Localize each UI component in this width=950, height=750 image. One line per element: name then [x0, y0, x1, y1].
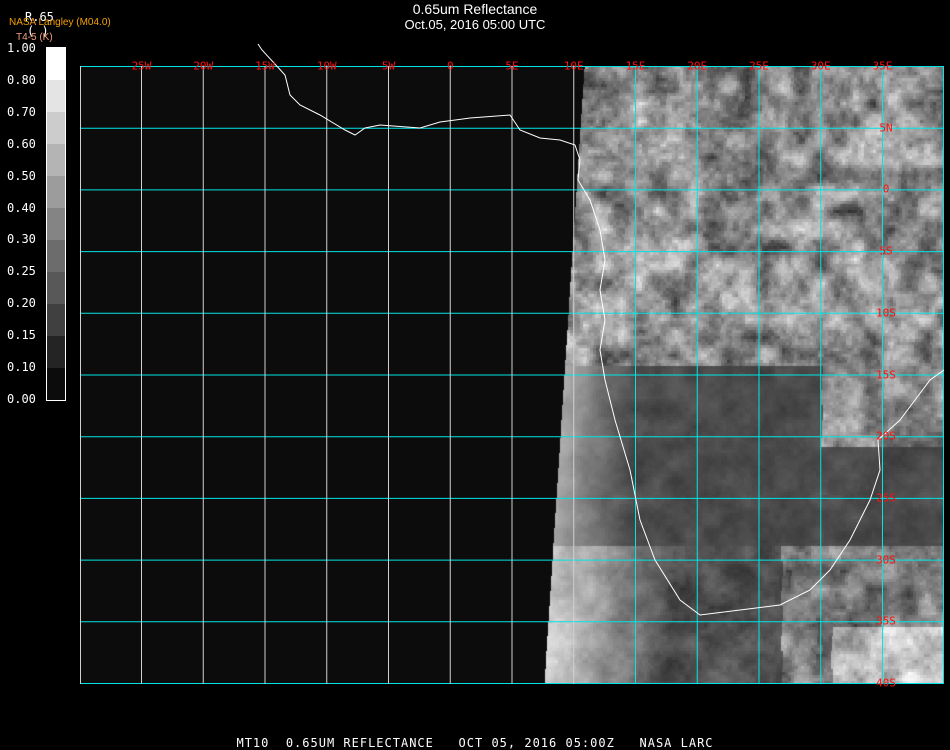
colorbar-segment [47, 176, 65, 208]
colorbar-segment [47, 304, 65, 336]
colorbar-segment [47, 112, 65, 144]
colorbar-tick-label: 0.25 [7, 264, 36, 279]
longitude-label: 15W [255, 59, 275, 73]
latitude-label: 5N [879, 121, 893, 135]
longitude-label: 35E [872, 59, 893, 73]
latitude-label: 20S [876, 429, 896, 443]
colorbar-segment [47, 368, 65, 400]
colorbar-segment [47, 48, 65, 80]
latitude-label: 35S [876, 614, 896, 628]
colorbar-tick-label: 0.50 [7, 168, 36, 183]
colorbar-tick-label: 0.15 [7, 328, 36, 343]
longitude-label: 5E [505, 59, 519, 73]
longitude-label: 0 [446, 59, 454, 73]
colorbar-tick-label: 0.60 [7, 136, 36, 151]
colorbar-tick-label: 0.00 [7, 392, 36, 406]
latitude-label: 30S [876, 553, 896, 567]
longitude-label: 10E [563, 59, 584, 73]
colorbar-segment [47, 144, 65, 176]
longitude-label: 25E [749, 59, 769, 73]
satellite-map[interactable]: 25W 20W 15W 10W 5W 0 5E 10E 15E 20E 25E 30E 35E 5N 0 5S… [80, 43, 945, 690]
latitude-label: 5S [879, 244, 893, 258]
producer-label: NASA Langley (M04.0) [9, 17, 111, 28]
footer-caption: MT10 0.65UM REFLECTANCE OCT 05, 2016 05:… [236, 736, 714, 750]
colorbar-segment [47, 272, 65, 304]
colorbar-tick-label: 1.00 [7, 41, 36, 55]
colorbar-tick-label: 0.70 [7, 104, 36, 119]
longitude-label: 20E [687, 59, 708, 73]
colorbar-segment [47, 208, 65, 240]
colorbar-tick-label: 0.30 [7, 232, 36, 247]
latitude-label: 40S [876, 676, 896, 690]
longitude-label: 5W [381, 59, 396, 73]
colorbar-tick-label: 0.20 [7, 296, 36, 311]
longitude-label: 30E [810, 59, 831, 73]
colorbar-tick-label: 0.40 [7, 200, 36, 215]
latitude-label: 0 [882, 182, 890, 196]
image-title: 0.65um Reflectance [412, 1, 538, 17]
colorbar-tick-label: 0.10 [7, 360, 36, 375]
longitude-label: 15E [625, 59, 646, 73]
latitude-label: 15S [876, 368, 896, 381]
colorbar-tick-label: 0.80 [7, 72, 36, 87]
longitude-label: 20W [193, 59, 214, 73]
colorbar-segment [47, 240, 65, 272]
longitude-label: 25W [131, 59, 152, 73]
image-timestamp: Oct.05, 2016 05:00 UTC [404, 17, 546, 32]
latitude-label: 25S [876, 491, 896, 505]
colorbar [46, 47, 66, 401]
colorbar-segment [47, 80, 65, 112]
longitude-label: 10W [316, 59, 337, 73]
grid-labels: 25W 20W 15W 10W 5W 0 5E 10E 15E 20E 25E 30E 35E 5N 0 5S… [80, 60, 944, 690]
colorbar-segment [47, 336, 65, 368]
latitude-label: 10S [876, 306, 896, 320]
